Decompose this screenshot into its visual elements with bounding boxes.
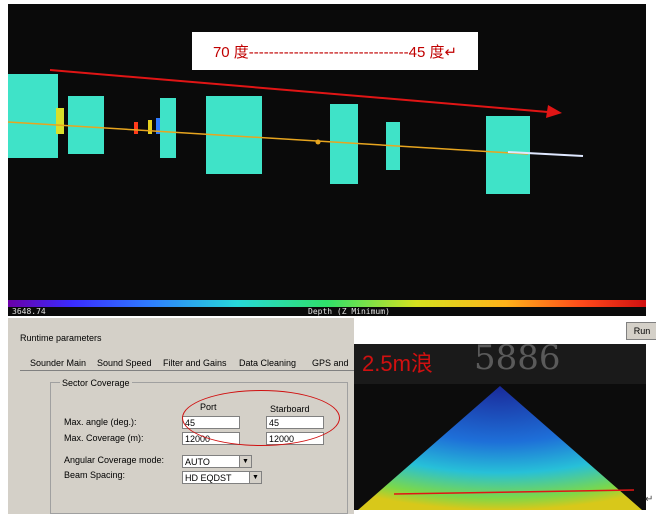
tab-sounder-main[interactable]: Sounder Main [30,358,86,368]
yellow-points-2 [148,120,152,134]
beam-spacing-label: Beam Spacing: [64,470,126,480]
angle-annotation: 70 度--------------------------------45 度… [192,32,478,70]
depth-title: Depth (Z Minimum) [308,307,390,316]
tab-gps[interactable]: GPS and [312,358,349,368]
track-marker [315,139,321,145]
trend-arrow-head [546,105,562,118]
chevron-down-icon: ▼ [249,472,261,483]
max-coverage-label: Max. Coverage (m): [64,433,144,443]
tab-sound-speed[interactable]: Sound Speed [97,358,152,368]
runtime-parameters-panel: Runtime parameters Sounder Main Sound Sp… [8,318,354,514]
cluster-3 [160,98,176,158]
panel-title: Runtime parameters [20,333,102,343]
cluster-2 [68,96,104,154]
sector-coverage-title: Sector Coverage [60,378,132,388]
chevron-down-icon: ▼ [239,456,251,467]
point-clusters [8,74,530,194]
enter-mark: ↵ [645,494,654,505]
wave-height-label: 2.5m浪 [362,351,433,376]
red-points [134,122,138,134]
angular-coverage-mode-select[interactable]: AUTO ▼ [182,455,252,468]
yellow-points [56,108,64,134]
cluster-1 [8,74,58,158]
cluster-7 [486,116,530,194]
depth-status-bar: 3648.74 Depth (Z Minimum) [8,307,646,316]
tab-filter-and-gains[interactable]: Filter and Gains [163,358,227,368]
tab-data-cleaning[interactable]: Data Cleaning [239,358,296,368]
beam-fan [358,386,642,510]
highlight-ellipse [182,390,340,446]
angular-coverage-mode-value: AUTO [185,457,210,467]
tab-divider [20,370,354,371]
beam-spacing-select[interactable]: HD EQDST ▼ [182,471,262,484]
swath-inset-image: 5886 2.5m浪 [354,344,646,510]
depth-colorbar [8,300,646,307]
run-button[interactable]: Run [626,322,656,340]
max-angle-label: Max. angle (deg.): [64,417,137,427]
trend-arrow-line [49,69,549,113]
angular-coverage-mode-label: Angular Coverage mode: [64,455,165,465]
beam-fan-plot [358,386,642,510]
beam-spacing-value: HD EQDST [185,473,232,483]
depth-value: 3648.74 [12,307,46,316]
background-digits: 5886 [474,344,561,378]
